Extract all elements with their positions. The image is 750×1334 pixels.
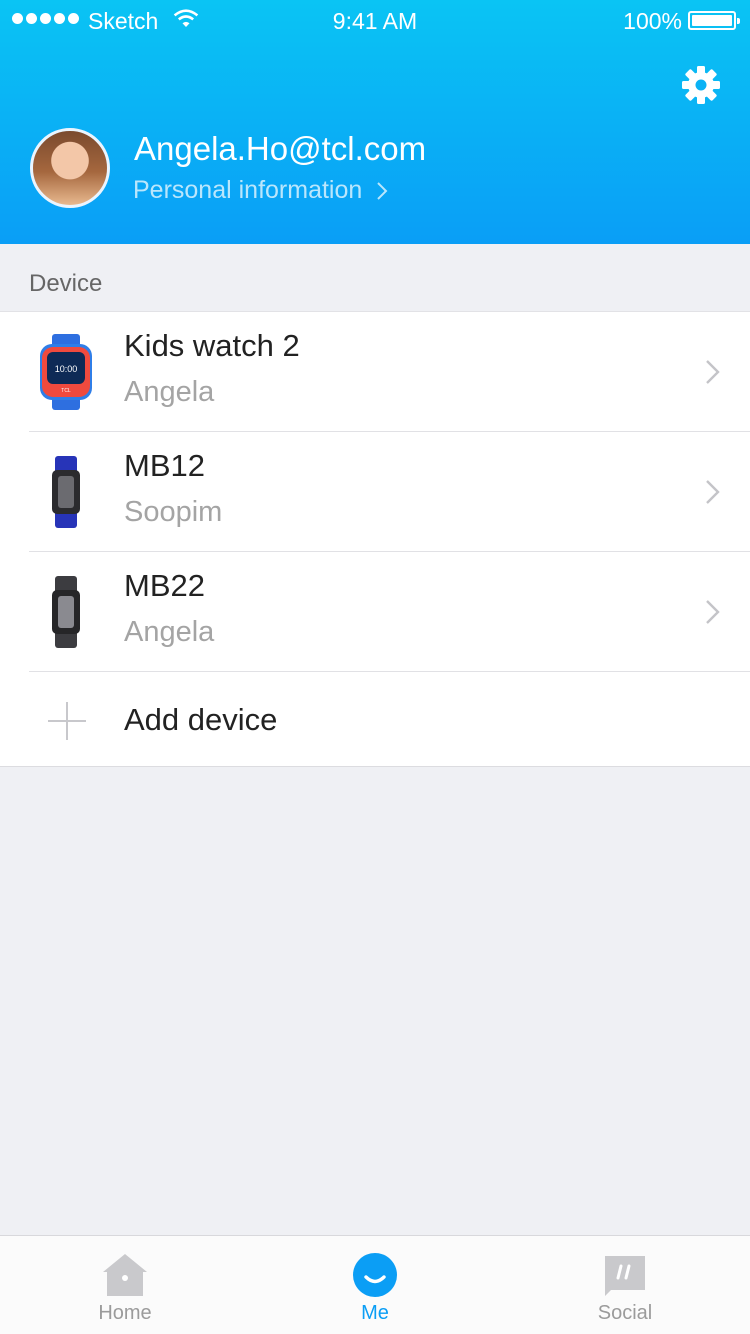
- svg-text:10:00: 10:00: [55, 364, 78, 374]
- device-name: MB12: [124, 448, 205, 483]
- home-icon: [103, 1254, 147, 1296]
- personal-information-link[interactable]: Personal information: [133, 176, 388, 205]
- kids-watch-icon: 10:00 TCL: [40, 334, 92, 410]
- add-device-label: Add device: [124, 702, 278, 737]
- tab-me[interactable]: Me: [250, 1236, 500, 1334]
- device-name: Kids watch 2: [124, 328, 300, 363]
- device-owner: Soopim: [124, 496, 223, 528]
- device-list: 10:00 TCL Kids watch 2 Angela MB12 Soopi…: [0, 311, 750, 767]
- chevron-right-icon: [706, 600, 720, 624]
- device-row-kids-watch-2[interactable]: 10:00 TCL Kids watch 2 Angela: [0, 312, 750, 432]
- avatar[interactable]: [30, 128, 110, 208]
- tab-home-label: Home: [98, 1302, 152, 1324]
- device-row-mb12[interactable]: MB12 Soopim: [0, 432, 750, 552]
- gear-icon[interactable]: [680, 64, 722, 106]
- tab-social-label: Social: [597, 1302, 653, 1324]
- device-section-title: Device: [29, 270, 103, 297]
- tab-me-label: Me: [361, 1302, 389, 1324]
- tab-bar: Home Me Social: [0, 1235, 750, 1334]
- smile-icon: [353, 1253, 397, 1297]
- add-device-button[interactable]: Add device: [0, 672, 750, 768]
- personal-information-label: Personal information: [133, 176, 363, 204]
- chevron-right-icon: [706, 360, 720, 384]
- battery-icon: [688, 11, 740, 30]
- user-email: Angela.Ho@tcl.com: [134, 130, 427, 167]
- device-row-mb22[interactable]: MB22 Angela: [0, 552, 750, 672]
- device-owner: Angela: [124, 376, 215, 408]
- chevron-right-icon: [377, 181, 388, 200]
- device-owner: Angela: [124, 616, 215, 648]
- plus-icon: [48, 702, 86, 740]
- chevron-right-icon: [706, 480, 720, 504]
- device-name: MB22: [124, 568, 205, 603]
- tab-home[interactable]: Home: [0, 1236, 250, 1334]
- profile-header: Sketch 9:41 AM 100% Angela.Ho@tcl.com Pe…: [0, 0, 750, 244]
- band-blue-icon: [52, 456, 80, 528]
- band-grey-icon: [52, 576, 80, 648]
- svg-text:TCL: TCL: [61, 388, 71, 394]
- status-bar: Sketch 9:41 AM 100%: [0, 0, 750, 40]
- battery-percent: 100%: [623, 8, 682, 34]
- tab-social[interactable]: Social: [500, 1236, 750, 1334]
- quote-bubble-icon: [605, 1256, 645, 1296]
